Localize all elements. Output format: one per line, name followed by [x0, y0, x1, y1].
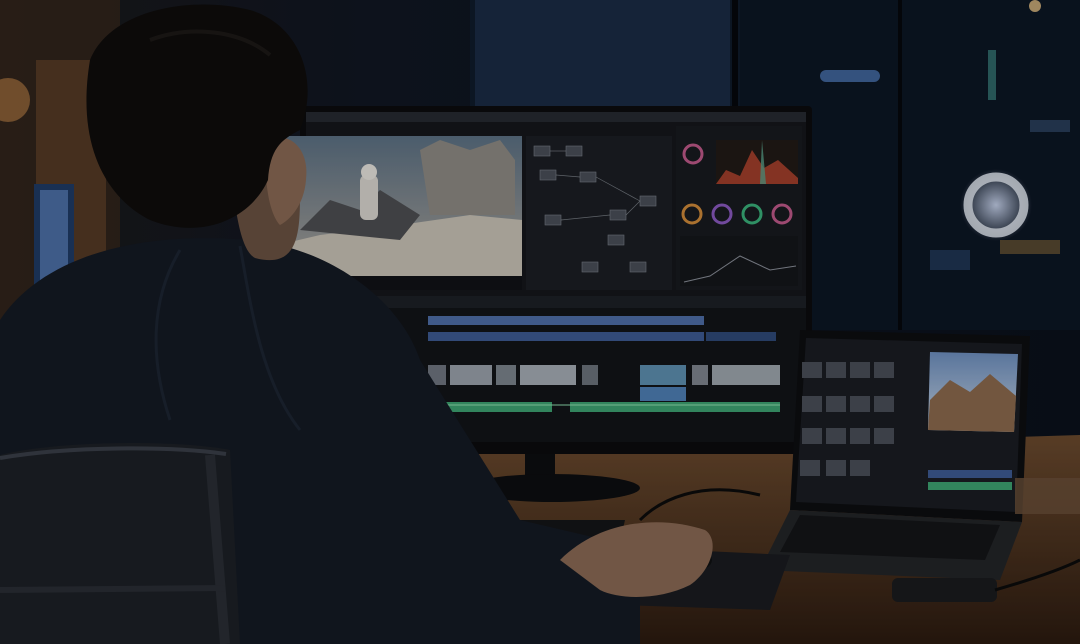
scene — [0, 0, 1080, 644]
dim-overlay — [0, 0, 1080, 644]
workstation-photo — [0, 0, 1080, 644]
